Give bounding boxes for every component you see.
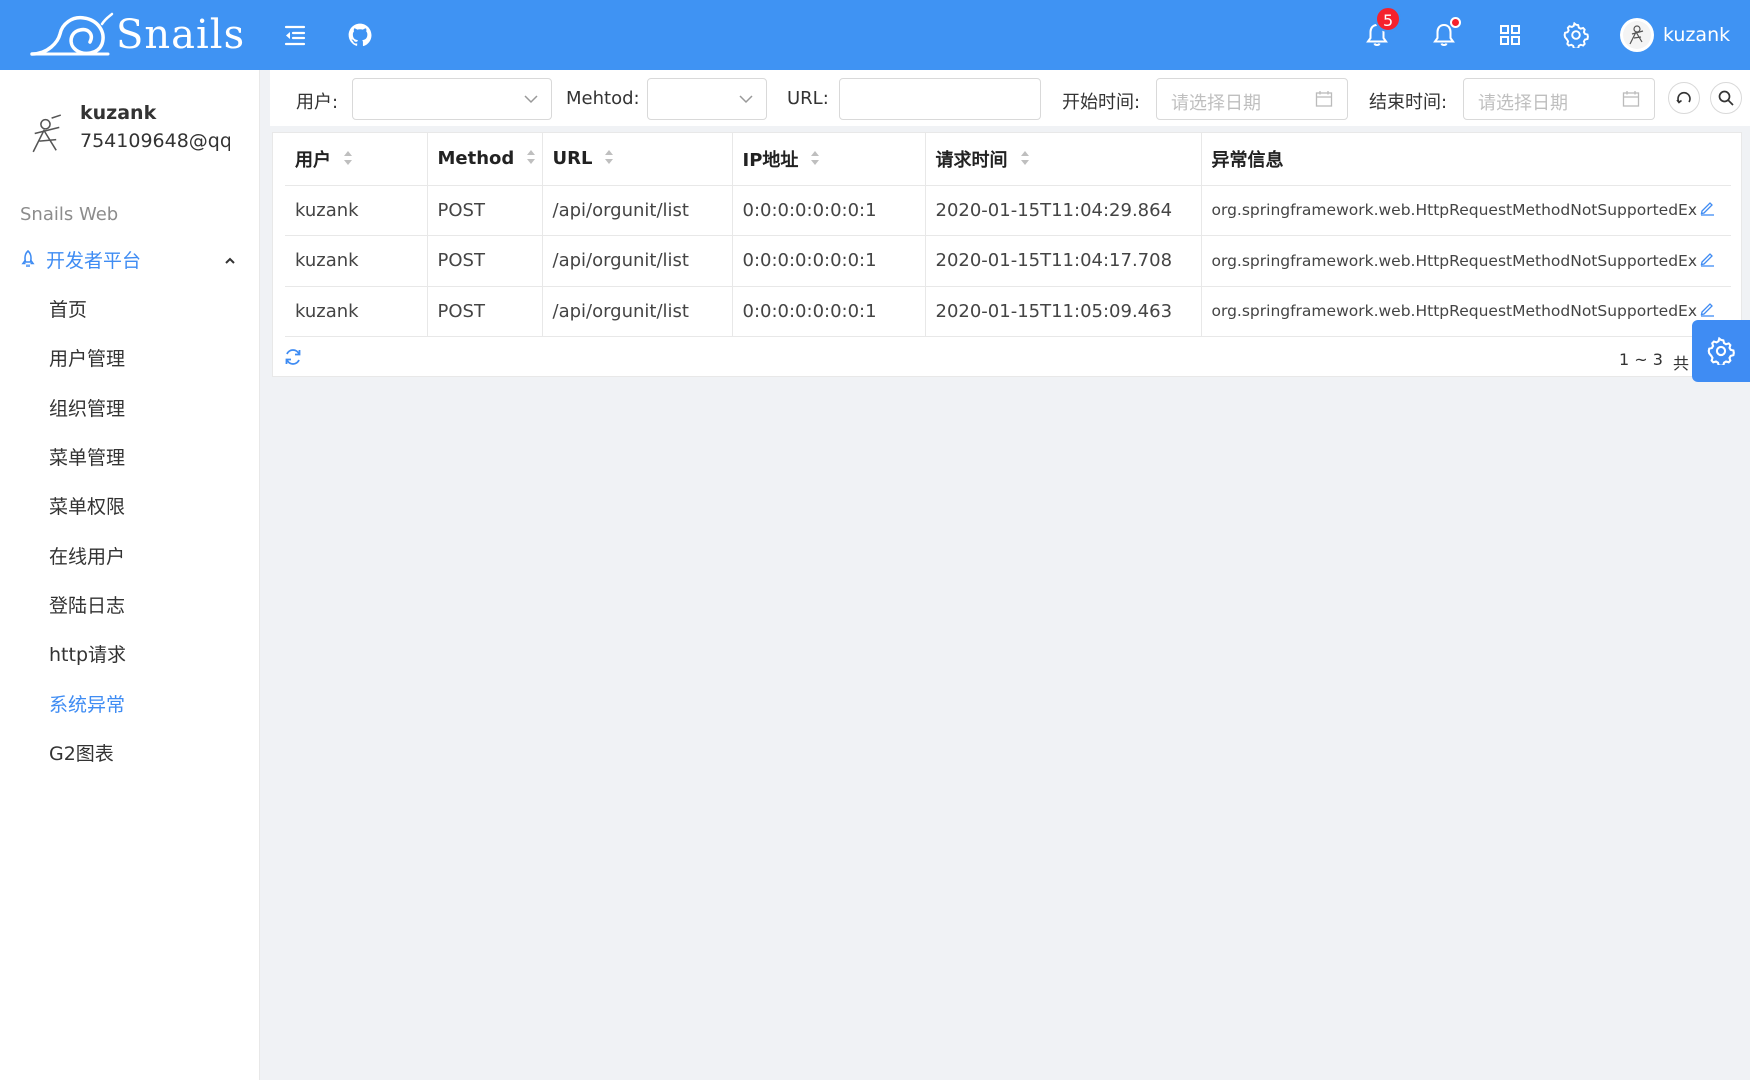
sort-icon <box>1020 150 1030 171</box>
table-row: kuzank POST /api/orgunit/list 0:0:0:0:0:… <box>285 235 1731 287</box>
cell-user: kuzank <box>285 185 428 236</box>
cell-request-time: 2020-01-15T11:05:09.463 <box>925 286 1202 337</box>
end-time-label: 结束时间: <box>1369 92 1448 113</box>
sidebar-item-user-management[interactable]: 用户管理 <box>0 333 260 382</box>
chevron-up-icon <box>224 250 236 272</box>
sidebar-item-menu-management[interactable]: 菜单管理 <box>0 432 260 481</box>
gear-icon[interactable] <box>1559 18 1593 52</box>
calendar-icon <box>1315 90 1333 113</box>
sort-icon <box>526 149 536 170</box>
sidebar-item-login-log[interactable]: 登陆日志 <box>0 580 260 629</box>
header-username: kuzank <box>1663 24 1731 46</box>
logo-text: Snails <box>116 12 246 58</box>
avatar <box>1620 18 1654 52</box>
edit-icon[interactable] <box>1699 251 1715 271</box>
end-date-picker[interactable]: 请选择日期 <box>1463 78 1655 120</box>
top-header: Snails 5 kuzank <box>0 0 1750 70</box>
cell-ip: 0:0:0:0:0:0:0:1 <box>732 235 926 287</box>
sort-icon <box>604 149 614 170</box>
start-date-placeholder: 请选择日期 <box>1171 93 1261 114</box>
cell-exception: org.springframework.web.HttpRequestMetho… <box>1201 185 1731 236</box>
message-dot-indicator <box>1450 17 1461 28</box>
table-row: kuzank POST /api/orgunit/list 0:0:0:0:0:… <box>285 185 1731 236</box>
cell-exception: org.springframework.web.HttpRequestMetho… <box>1201 235 1731 287</box>
table-header-row: 用户 Method URL IP地址 请求时间 异常信息 <box>285 133 1731 186</box>
search-icon <box>1718 90 1734 106</box>
column-header-request-time[interactable]: 请求时间 <box>925 133 1202 186</box>
pagination-range: 1 ~ 3 <box>1619 350 1663 369</box>
cell-method: POST <box>427 235 543 287</box>
sidebar: kuzank 754109648@qq.com Snails Web 开发者平台… <box>0 70 260 1080</box>
search-button[interactable] <box>1710 82 1742 114</box>
cell-request-time: 2020-01-15T11:04:29.864 <box>925 185 1202 236</box>
table-row: kuzank POST /api/orgunit/list 0:0:0:0:0:… <box>285 286 1731 337</box>
reset-button[interactable] <box>1668 82 1700 114</box>
column-header-user[interactable]: 用户 <box>285 133 428 186</box>
cell-url: /api/orgunit/list <box>542 235 733 287</box>
edit-icon[interactable] <box>1699 200 1715 220</box>
column-header-url[interactable]: URL <box>542 133 733 186</box>
start-date-picker[interactable]: 请选择日期 <box>1156 78 1348 120</box>
url-input[interactable] <box>839 78 1041 120</box>
sidebar-item-g2-chart[interactable]: G2图表 <box>0 728 260 777</box>
cell-method: POST <box>427 185 543 236</box>
profile-email: 754109648@qq.com <box>80 130 230 152</box>
cell-ip: 0:0:0:0:0:0:0:1 <box>732 286 926 337</box>
url-filter-label: URL: <box>787 88 829 109</box>
edit-icon[interactable] <box>1699 301 1715 321</box>
table-footer: 1 ~ 3 共 <box>273 339 1743 377</box>
exception-table-panel: 用户 Method URL IP地址 请求时间 异常信息 kuzank POST… <box>272 132 1742 377</box>
cell-exception: org.springframework.web.HttpRequestMetho… <box>1201 286 1731 337</box>
end-date-placeholder: 请选择日期 <box>1478 93 1568 114</box>
chevron-down-icon <box>523 91 539 112</box>
cell-user: kuzank <box>285 286 428 337</box>
sort-icon <box>810 150 820 171</box>
column-header-exception: 异常信息 <box>1201 133 1731 186</box>
sidebar-item-system-exception[interactable]: 系统异常 <box>0 678 260 727</box>
method-select[interactable] <box>647 78 767 120</box>
notification-count-badge: 5 <box>1375 6 1402 32</box>
column-header-method[interactable]: Method <box>427 133 543 186</box>
github-icon[interactable] <box>343 18 377 52</box>
user-filter-label: 用户: <box>296 92 339 113</box>
sidebar-item-org-management[interactable]: 组织管理 <box>0 383 260 432</box>
sidebar-submenu: 首页 用户管理 组织管理 菜单管理 菜单权限 在线用户 登陆日志 http请求 … <box>0 284 260 777</box>
menu-group-title: Snails Web <box>20 204 119 225</box>
cell-ip: 0:0:0:0:0:0:0:1 <box>732 185 926 236</box>
cell-url: /api/orgunit/list <box>542 185 733 236</box>
user-select[interactable] <box>352 78 552 120</box>
snail-logo-icon <box>30 12 114 56</box>
profile-name: kuzank <box>80 102 157 124</box>
reload-icon[interactable] <box>283 347 303 372</box>
sidebar-menu-developer-platform[interactable]: 开发者平台 <box>0 236 260 282</box>
reset-icon <box>1676 91 1691 104</box>
column-header-ip[interactable]: IP地址 <box>732 133 926 186</box>
pagination-total: 共 <box>1673 354 1690 373</box>
sidebar-item-menu-permission[interactable]: 菜单权限 <box>0 481 260 530</box>
cell-method: POST <box>427 286 543 337</box>
method-filter-label: Mehtod: <box>566 88 640 109</box>
cell-url: /api/orgunit/list <box>542 286 733 337</box>
rocket-icon <box>20 250 36 268</box>
cell-request-time: 2020-01-15T11:04:17.708 <box>925 235 1202 287</box>
logo[interactable]: Snails <box>28 10 245 60</box>
grid-icon[interactable] <box>1493 18 1527 52</box>
start-time-label: 开始时间: <box>1062 92 1141 113</box>
sidebar-parent-label: 开发者平台 <box>46 249 142 272</box>
cell-user: kuzank <box>285 235 428 287</box>
calendar-icon <box>1622 90 1640 113</box>
gear-icon <box>1707 337 1735 365</box>
sidebar-item-http-request[interactable]: http请求 <box>0 629 260 678</box>
sidebar-item-online-users[interactable]: 在线用户 <box>0 530 260 579</box>
chevron-down-icon <box>738 91 754 112</box>
exception-table: 用户 Method URL IP地址 请求时间 异常信息 kuzank POST… <box>285 133 1731 337</box>
header-user-menu[interactable]: kuzank <box>1620 18 1730 52</box>
sidebar-item-home[interactable]: 首页 <box>0 284 260 333</box>
filter-bar: 用户: Mehtod: URL: 开始时间: 请选择日期 结束时间: 请选择日期 <box>270 70 1750 126</box>
sidebar-profile[interactable]: kuzank 754109648@qq.com <box>24 102 230 158</box>
menu-fold-icon[interactable] <box>278 18 312 52</box>
profile-avatar <box>24 112 70 158</box>
floating-settings-button[interactable] <box>1692 320 1750 382</box>
sort-icon <box>343 150 353 171</box>
